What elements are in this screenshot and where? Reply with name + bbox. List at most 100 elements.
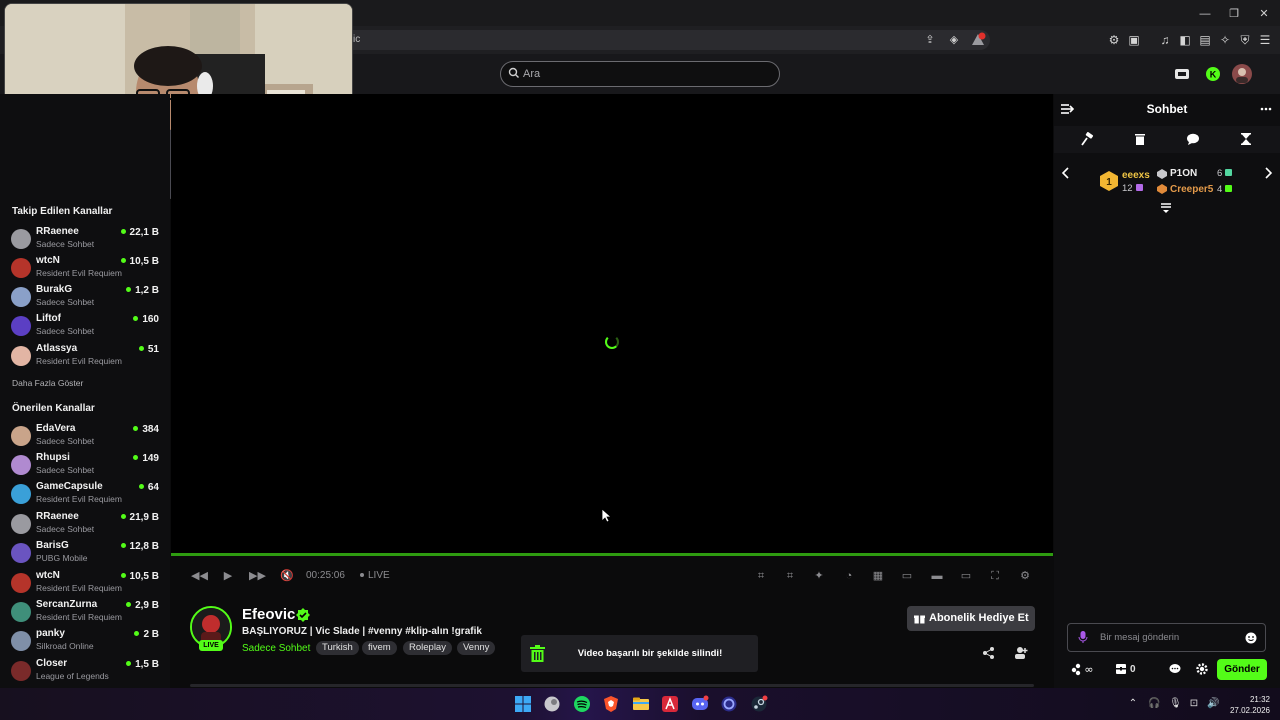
- wallet-icon[interactable]: ▤: [1197, 32, 1213, 48]
- app-icon[interactable]: [720, 695, 738, 713]
- gift-subscription-button[interactable]: Abonelik Hediye Et: [907, 606, 1035, 631]
- chevron-right-icon[interactable]: [1261, 166, 1275, 180]
- speed-icon[interactable]: ◔: [841, 568, 857, 584]
- share-icon[interactable]: [982, 646, 996, 660]
- stream-category-link[interactable]: Sadece Sohbet: [242, 643, 310, 654]
- playback-time: 00:25:06: [306, 570, 345, 581]
- file-explorer-icon[interactable]: [632, 695, 650, 713]
- menu-icon[interactable]: ☰: [1257, 32, 1273, 48]
- sidebar-channel-barisg[interactable]: BarisG PUBG Mobile 12,8 B: [0, 540, 170, 568]
- sparkle-icon[interactable]: ✦: [811, 568, 827, 584]
- tag-chip[interactable]: Turkish: [316, 641, 359, 655]
- settings-icon[interactable]: ⚙: [1017, 568, 1033, 584]
- microphone-icon[interactable]: [1076, 630, 1090, 644]
- follow-user-icon[interactable]: [1014, 646, 1028, 660]
- channel-name: BurakG: [36, 284, 73, 295]
- expand-leaderboard-icon[interactable]: [1159, 201, 1173, 215]
- pip-icon[interactable]: ▭: [899, 568, 915, 584]
- sidebar-channel-gamecapsule[interactable]: GameCapsule Resident Evil Requiem 64: [0, 481, 170, 509]
- discord-icon[interactable]: [691, 695, 709, 713]
- fast-forward-icon[interactable]: ▶▶: [249, 568, 266, 584]
- channel-category: Silkroad Online: [36, 641, 94, 651]
- tag-chip[interactable]: Roleplay: [403, 641, 452, 655]
- app-icon[interactable]: [661, 695, 679, 713]
- sidebar-channel-rraenee[interactable]: RRaenee Sadece Sohbet 22,1 B: [0, 226, 170, 254]
- streamer-name[interactable]: Efeovic: [242, 606, 295, 623]
- sidebar-panel-icon[interactable]: ▣: [1126, 32, 1142, 48]
- video-player[interactable]: [171, 94, 1053, 554]
- gift-sub-icon: [1225, 185, 1233, 192]
- tag-chip[interactable]: fivem: [362, 641, 397, 655]
- more-options-icon[interactable]: [1259, 102, 1273, 116]
- wide-mode-icon[interactable]: ▭: [958, 568, 974, 584]
- network-icon[interactable]: ⊡: [1188, 698, 1200, 710]
- user-avatar[interactable]: [1231, 63, 1253, 85]
- microphone-icon[interactable]: 🎙: [1169, 698, 1182, 710]
- sidebar-channel-closer[interactable]: Closer League of Legends 1,5 B: [0, 658, 170, 686]
- chat-bubble-icon[interactable]: [1168, 662, 1182, 676]
- leaderboard-name[interactable]: Creeper5: [1170, 184, 1213, 195]
- sidebar-channel-edavera[interactable]: EdaVera Sadece Sohbet 384: [0, 423, 170, 451]
- crop-icon[interactable]: ⌗: [753, 568, 769, 584]
- leaderboard-name[interactable]: eeexs: [1122, 170, 1150, 181]
- delete-icon[interactable]: [1133, 132, 1147, 146]
- mute-icon[interactable]: 🔇: [279, 568, 295, 584]
- address-bar[interactable]: vic: [330, 30, 990, 50]
- steam-icon[interactable]: [750, 695, 768, 713]
- show-more-link[interactable]: Daha Fazla Göster: [12, 378, 83, 388]
- search-input[interactable]: [500, 61, 780, 87]
- sidebar-channel-rhupsi[interactable]: Rhupsi Sadece Sohbet 149: [0, 452, 170, 480]
- headset-icon[interactable]: 🎧: [1148, 698, 1160, 710]
- kick-points-icon[interactable]: ∞: [1070, 662, 1100, 676]
- rewind-icon[interactable]: ◀◀: [191, 568, 208, 584]
- sidebar-channel-burakg[interactable]: BurakG Sadece Sohbet 1,2 B: [0, 284, 170, 312]
- close-icon[interactable]: ✕: [1256, 6, 1272, 22]
- play-icon[interactable]: ▶: [220, 568, 236, 584]
- sidebar-channel-liftof[interactable]: Liftof Sadece Sohbet 160: [0, 313, 170, 341]
- extensions-icon[interactable]: ⚙: [1106, 32, 1122, 48]
- restore-icon[interactable]: ❐: [1226, 6, 1242, 22]
- sidebar-channel-panky[interactable]: panky Silkroad Online 2 B: [0, 628, 170, 656]
- emoji-icon[interactable]: [1244, 631, 1258, 645]
- spotify-icon[interactable]: [573, 695, 591, 713]
- music-icon[interactable]: ♫: [1157, 32, 1173, 48]
- minimize-icon[interactable]: —: [1197, 6, 1213, 22]
- horizontal-scrollbar[interactable]: [190, 684, 1034, 687]
- brave-rewards-icon[interactable]: [970, 32, 986, 48]
- split-view-icon[interactable]: ◧: [1177, 32, 1193, 48]
- chat-settings-icon[interactable]: [1195, 662, 1209, 676]
- send-button[interactable]: Gönder: [1217, 659, 1267, 680]
- viewer-count-text: 2 B: [143, 629, 159, 640]
- sidebar-channel-wtcn-2[interactable]: wtcN Resident Evil Requiem 10,5 B: [0, 570, 170, 598]
- chest-icon[interactable]: [1114, 662, 1128, 676]
- kick-logo-icon[interactable]: K: [1203, 64, 1223, 84]
- share-icon[interactable]: ⇪: [922, 32, 938, 48]
- brave-shield-icon[interactable]: ◈: [946, 32, 962, 48]
- leo-ai-icon[interactable]: ✧: [1217, 32, 1233, 48]
- show-hidden-icons-icon[interactable]: ⌃: [1127, 698, 1139, 710]
- volume-icon[interactable]: 🔊: [1207, 698, 1219, 710]
- theater-icon[interactable]: ▬: [929, 568, 945, 584]
- slow-mode-hourglass-icon[interactable]: [1239, 132, 1253, 146]
- system-clock[interactable]: 21:32 27.02.2026: [1226, 694, 1270, 716]
- sidebar-channel-rraenee-2[interactable]: RRaenee Sadece Sohbet 21,9 B: [0, 511, 170, 539]
- drops-icon[interactable]: [1172, 64, 1192, 84]
- windows-start-icon[interactable]: [514, 695, 532, 713]
- brave-browser-icon[interactable]: [602, 695, 620, 713]
- sidebar-channel-wtcn[interactable]: wtcN Resident Evil Requiem 10,5 B: [0, 255, 170, 283]
- tag-chip[interactable]: Venny: [457, 641, 496, 655]
- live-indicator[interactable]: LIVE: [360, 570, 390, 581]
- followed-channels-title: Takip Edilen Kanallar: [12, 206, 113, 217]
- quality-icon[interactable]: ▦: [870, 568, 886, 584]
- ban-hammer-icon[interactable]: [1081, 132, 1095, 146]
- chat-bubble-icon[interactable]: [1186, 132, 1200, 146]
- chevron-left-icon[interactable]: [1059, 166, 1073, 180]
- app-icon[interactable]: [543, 695, 561, 713]
- vpn-icon[interactable]: ⛨: [1237, 32, 1253, 48]
- clip-icon[interactable]: ⌗: [782, 568, 798, 584]
- viewer-count-text: 1,5 B: [135, 659, 159, 670]
- sidebar-channel-sercanzurna[interactable]: SercanZurna Resident Evil Requiem 2,9 B: [0, 599, 170, 627]
- fullscreen-icon[interactable]: ⛶: [987, 568, 1003, 584]
- leaderboard-name[interactable]: P1ON: [1170, 168, 1197, 179]
- sidebar-channel-atlassya[interactable]: Atlassya Resident Evil Requiem 51: [0, 343, 170, 371]
